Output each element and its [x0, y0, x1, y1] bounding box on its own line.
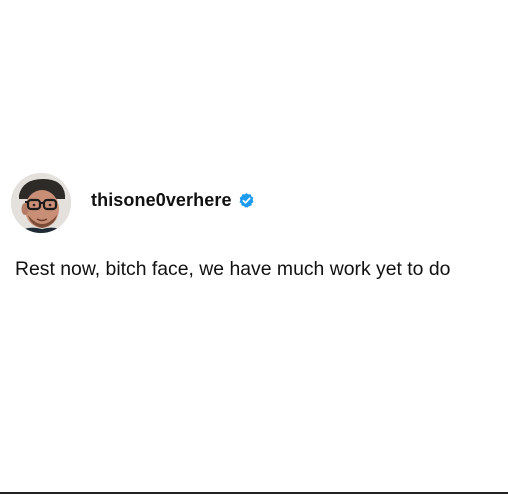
- username[interactable]: thisone0verhere: [91, 190, 232, 211]
- divider: [0, 492, 508, 494]
- author-name-row: thisone0verhere: [91, 190, 255, 211]
- avatar[interactable]: [11, 173, 71, 233]
- verified-badge-icon: [238, 192, 255, 209]
- avatar-image: [11, 173, 71, 233]
- post-text: Rest now, bitch face, we have much work …: [15, 258, 451, 280]
- post-header: thisone0verhere: [11, 172, 255, 234]
- social-post-card: thisone0verhere Rest now, bitch face, we…: [0, 0, 508, 499]
